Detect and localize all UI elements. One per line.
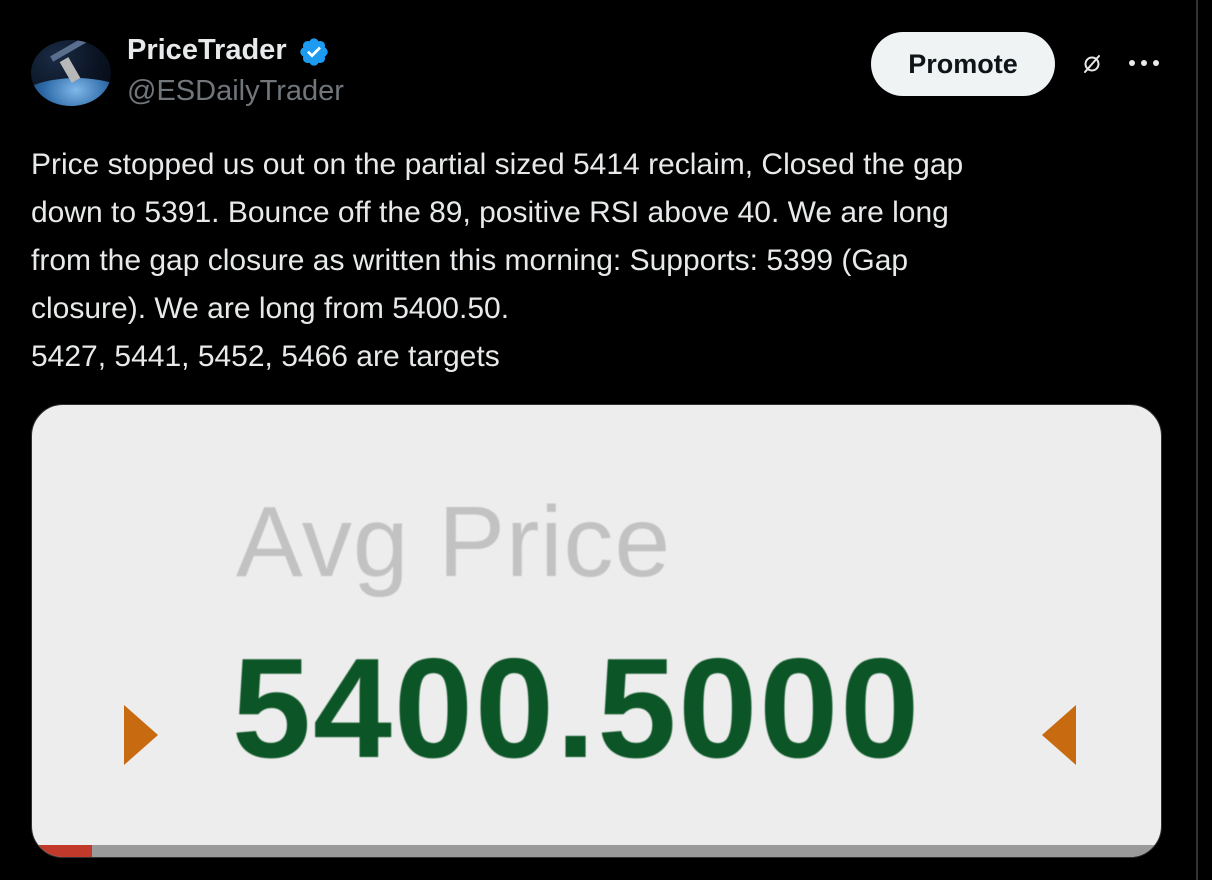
author-handle[interactable]: @ESDailyTrader <box>127 75 344 108</box>
grok-icon[interactable] <box>1080 52 1104 76</box>
verified-badge-icon <box>300 38 328 66</box>
post: PriceTrader @ESDailyTrader Promote Price… <box>0 0 1212 880</box>
timeline-border <box>1196 0 1198 880</box>
post-text: Price stopped us out on the partial size… <box>31 141 1151 381</box>
avg-price-value: 5400.5000 <box>232 629 922 788</box>
avatar[interactable] <box>31 40 111 106</box>
media-red-mark <box>32 845 92 857</box>
post-media-image[interactable]: Avg Price 5400.5000 <box>31 404 1162 858</box>
post-text-line: from the gap closure as written this mor… <box>31 244 909 277</box>
post-text-line: down to 5391. Bounce off the 89, positiv… <box>31 196 949 229</box>
author-display-name[interactable]: PriceTrader <box>127 34 287 67</box>
media-bottom-bar <box>32 845 1161 857</box>
more-options-icon[interactable] <box>1127 55 1161 71</box>
post-text-line: Price stopped us out on the partial size… <box>31 148 964 181</box>
avg-price-label: Avg Price <box>236 486 672 598</box>
promote-button[interactable]: Promote <box>871 32 1055 96</box>
post-text-line: closure). We are long from 5400.50. <box>31 292 510 325</box>
post-text-line: 5427, 5441, 5452, 5466 are targets <box>31 340 500 373</box>
arrow-left-marker-icon <box>1042 705 1076 765</box>
arrow-right-marker-icon <box>124 705 158 765</box>
